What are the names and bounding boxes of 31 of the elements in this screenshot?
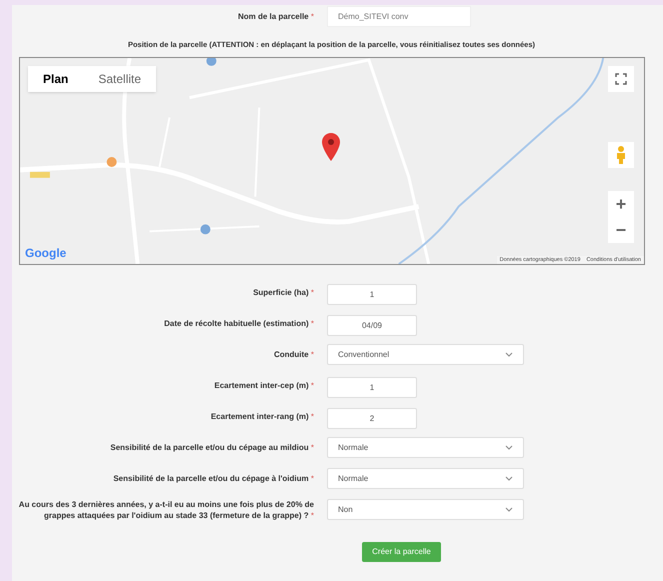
field-label: Au cours des 3 dernières années, y a-t-il eu au moins une fois plus de 20% de grappes attaquées par l'oidium au stade 33 (fermeture de la grappe) ? * (18, 498, 314, 521)
field-label: Date de récolte habituelle (estimation) * (164, 318, 314, 330)
field-label: Superficie (ha) * (253, 287, 314, 298)
chevron-down-icon (505, 445, 513, 450)
text-field[interactable]: Démo_SITEVI conv (327, 6, 471, 27)
text-field[interactable]: 1 (327, 376, 417, 398)
text-field[interactable]: 2 (327, 408, 417, 429)
select-field[interactable]: Conventionnel (327, 344, 524, 366)
select-field[interactable]: Non (327, 499, 524, 520)
field-label: Conduite * (274, 349, 314, 360)
map-marker-icon (322, 133, 340, 162)
field-label: Nom de la parcelle * (238, 11, 314, 22)
select-field[interactable]: Normale (327, 437, 524, 458)
chevron-down-icon (505, 476, 513, 482)
chevron-down-icon (505, 507, 513, 512)
chevron-down-icon (505, 352, 513, 358)
field-label: Ecartement inter-cep (m) * (214, 380, 314, 392)
field-label: Sensibilité de la parcelle et/ou du cépage à l'oidium * (113, 473, 314, 484)
map-type-tab[interactable]: Plan (28, 66, 84, 92)
select-field[interactable]: Normale (327, 468, 524, 490)
field-label: Ecartement inter-rang (m) * (210, 411, 314, 422)
map-type-tab[interactable]: Satellite (83, 66, 156, 92)
field-label: Sensibilité de la parcelle et/ou du cépage au mildiou * (110, 442, 314, 454)
zoom-in-button[interactable]: + (608, 191, 634, 218)
text-field[interactable]: 04/09 (327, 314, 417, 336)
map-logo: Google (25, 245, 66, 262)
fullscreen-button[interactable] (608, 66, 634, 92)
text-field[interactable]: 1 (327, 284, 417, 305)
zoom-out-button[interactable]: − (608, 217, 634, 244)
fullscreen-icon (615, 73, 627, 86)
person-icon (616, 146, 626, 164)
